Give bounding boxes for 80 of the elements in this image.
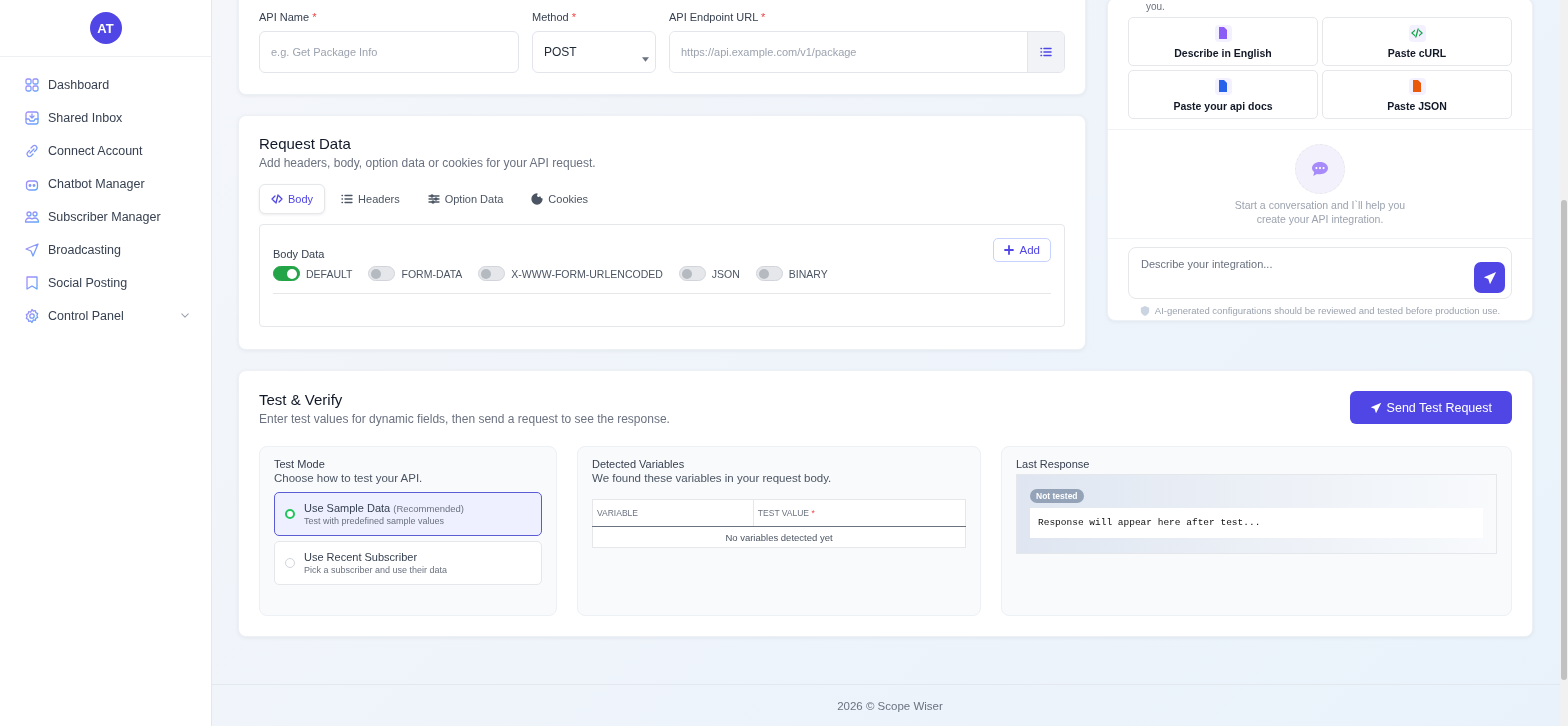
disclaimer-text: AI-generated configurations should be reviewed and tested before production use. xyxy=(1154,305,1501,316)
panel-title: Test Mode xyxy=(274,458,326,470)
footer-text: 2026 © Scope Wiser xyxy=(837,699,943,712)
endpoint-url-field[interactable]: https://api.example.com/v1/package xyxy=(669,31,1065,73)
bookmark-icon xyxy=(24,274,40,291)
panel-title: Last Response xyxy=(1016,458,1091,470)
sliders-icon xyxy=(427,193,440,205)
code-icon xyxy=(271,193,283,205)
inbox-icon xyxy=(24,109,40,126)
column-header: VARIABLE xyxy=(592,499,754,527)
gear-icon xyxy=(24,307,40,324)
panel-title: Detected Variables xyxy=(592,458,686,470)
scrollbar[interactable] xyxy=(1560,0,1568,726)
status-badge: Not tested xyxy=(1030,489,1084,503)
list-icon xyxy=(1040,46,1052,58)
people-icon xyxy=(24,208,40,225)
paper-plane-icon xyxy=(1369,401,1382,414)
option-button[interactable]: Paste your api docs xyxy=(1128,70,1318,119)
field-label: API Endpoint URL * xyxy=(669,11,767,25)
add-button[interactable]: Add xyxy=(992,238,1051,262)
squares-icon xyxy=(24,76,40,93)
tab[interactable]: Body xyxy=(259,184,326,214)
sidebar-item[interactable]: Subscriber Manager xyxy=(0,200,211,233)
message-box[interactable]: Describe your integration... xyxy=(1128,247,1512,299)
option-description: Test with predefined sample values xyxy=(304,516,446,526)
shield-icon xyxy=(1139,305,1150,316)
send-test-request-button[interactable]: Send Test Request xyxy=(1349,391,1512,424)
sidebar-item[interactable]: Chatbot Manager xyxy=(0,167,211,200)
plus-icon xyxy=(1003,245,1014,255)
intro-text: you. xyxy=(1145,0,1166,14)
tab[interactable]: Cookies xyxy=(519,184,601,214)
option-button[interactable]: Paste JSON xyxy=(1322,70,1512,119)
option-label: Use Sample Data (Recommended) xyxy=(304,502,465,514)
paper-plane-icon xyxy=(24,241,40,258)
sidebar-item[interactable]: Control Panel xyxy=(0,299,211,332)
column-header: TEST VALUE * xyxy=(753,499,966,527)
sidebar-item[interactable]: Dashboard xyxy=(0,68,211,101)
radio-option[interactable]: Use Recent Subscriber Pick a subscriber and use their data xyxy=(274,541,542,585)
panel-description: Choose how to test your API. xyxy=(274,472,424,484)
section-title: Request Data xyxy=(259,135,352,152)
toggle-label: JSON xyxy=(711,267,740,280)
panel-title: Body Data xyxy=(273,248,325,260)
option-description: Pick a subscriber and use their data xyxy=(304,565,448,575)
section-description: Add headers, body, option data or cookies for your API request. xyxy=(259,156,597,170)
field-label: API Name * xyxy=(259,11,318,25)
toggle-label: FORM-DATA xyxy=(401,267,463,280)
section-title: Test & Verify xyxy=(259,391,344,408)
send-button[interactable] xyxy=(1474,262,1505,293)
empty-state-text: Start a conversation and I`ll help you create your API integration. xyxy=(1233,198,1407,226)
tab[interactable]: Option Data xyxy=(415,184,516,214)
sidebar-item[interactable]: Connect Account xyxy=(0,134,211,167)
toggle-label: X-WWW-FORM-URLENCODED xyxy=(511,267,663,280)
toggle-switch[interactable] xyxy=(273,266,300,281)
paper-plane-icon xyxy=(1482,270,1497,285)
link-icon xyxy=(24,142,40,159)
radio-option[interactable]: Use Sample Data (Recommended) Test with predefined sample values xyxy=(274,492,542,536)
table-cell: No variables detected yet xyxy=(592,526,966,548)
chat-bubble-icon xyxy=(1295,144,1345,194)
caret-icon xyxy=(642,57,649,62)
panel-description: We found these variables in your request body. xyxy=(592,472,833,484)
sidebar-item[interactable]: Social Posting xyxy=(0,266,211,299)
cookie-icon xyxy=(531,193,544,205)
option-button[interactable]: Describe in English xyxy=(1128,17,1318,66)
sidebar-item[interactable]: Broadcasting xyxy=(0,233,211,266)
sidebar-item[interactable]: Shared Inbox xyxy=(0,101,211,134)
api-name-field[interactable]: e.g. Get Package Info xyxy=(259,31,519,73)
list-icon xyxy=(341,193,354,205)
user-avatar[interactable]: AT xyxy=(89,12,122,44)
response-text: Response will appear here after test... xyxy=(1030,508,1483,538)
option-button[interactable]: Paste cURL xyxy=(1322,17,1512,66)
section-description: Enter test values for dynamic fields, then send a request to see the response. xyxy=(259,412,670,426)
radio-button[interactable] xyxy=(285,509,295,519)
option-label: Use Recent Subscriber xyxy=(304,551,419,563)
toggle-label: DEFAULT xyxy=(306,267,353,280)
method-dropdown[interactable]: POST xyxy=(532,31,656,73)
field-label: Method * xyxy=(532,11,578,25)
toggle-label: BINARY xyxy=(788,267,828,280)
tab[interactable]: Headers xyxy=(329,184,412,214)
radio-button[interactable] xyxy=(285,558,295,568)
variables-button[interactable] xyxy=(1027,32,1064,72)
